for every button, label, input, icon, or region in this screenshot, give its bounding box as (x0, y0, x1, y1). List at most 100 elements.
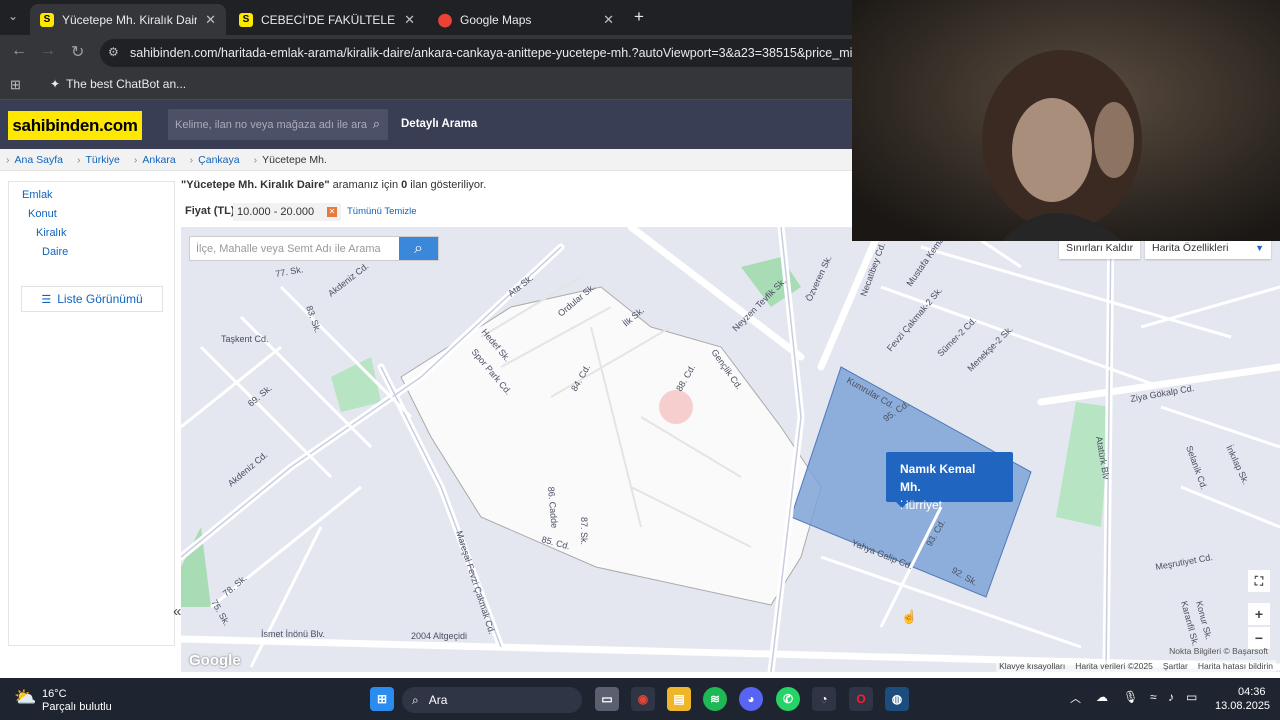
search-placeholder: Kelime, ilan no veya mağaza adı ile ara (175, 118, 367, 131)
file-explorer-icon[interactable]: ▤ (667, 687, 691, 711)
category-panel: Emlak Konut Kiralık Daire ☰ Liste Görünü… (8, 181, 175, 646)
map-location-search[interactable]: İlçe, Mahalle veya Semt Adı ile Arama ⌕ (189, 236, 439, 261)
result-query: "Yücetepe Mh. Kiralık Daire" (181, 179, 330, 191)
discord-icon[interactable]: ◕ (739, 687, 763, 711)
fullscreen-button[interactable]: ⛶ (1248, 570, 1270, 592)
tooltip-title: Namık Kemal Mh. (900, 462, 976, 494)
price-filter-value: 10.000 - 20.000 (237, 206, 315, 218)
keyboard-shortcuts-link[interactable]: Klavye kısayolları (999, 661, 1065, 671)
category-konut[interactable]: Konut (28, 208, 57, 220)
bookmark-label: The best ChatBot an... (66, 77, 187, 91)
start-button[interactable]: ⊞ (370, 687, 394, 711)
collapse-panel-icon[interactable]: « (173, 603, 181, 620)
microphone-icon[interactable]: 🎙 (1123, 690, 1138, 704)
chrome-icon[interactable]: ◉ (631, 687, 655, 711)
maps-pin-icon: ⬤ (437, 11, 453, 27)
breadcrumb-turkiye[interactable]: Türkiye (77, 154, 119, 166)
terms-link[interactable]: Şartlar (1163, 661, 1188, 671)
report-error-link[interactable]: Harita hatası bildirin (1198, 661, 1273, 671)
close-tab-icon[interactable]: ✕ (205, 12, 216, 28)
webcam-person-image (852, 0, 1280, 241)
breadcrumb-cankaya[interactable]: Çankaya (190, 154, 239, 166)
tab-yucetepe[interactable]: S Yücetepe Mh. Kiralık Daire Fiyatları ✕ (30, 4, 226, 35)
speed-app-icon[interactable]: ◔ (812, 687, 836, 711)
close-tab-icon[interactable]: ✕ (603, 12, 614, 28)
map-features-label: Harita Özellikleri (1152, 242, 1229, 254)
chatgpt-icon: ✦ (50, 77, 61, 91)
site-info-icon[interactable]: ⚙ (108, 45, 119, 59)
site-search-input[interactable]: Kelime, ilan no veya mağaza adı ile ara … (168, 109, 388, 140)
url-text: sahibinden.com/haritada-emlak-arama/kira… (130, 46, 895, 60)
street-label: Taşkent Cd. (221, 334, 269, 344)
map-view[interactable]: Akdeniz Cd. Ata Sk. Ordular Sk. İlk Sk. Hede… (181, 227, 1280, 672)
webcam-overlay (852, 0, 1280, 241)
breadcrumb-home[interactable]: Ana Sayfa (6, 154, 63, 166)
detailed-search-link[interactable]: Detaylı Arama (401, 118, 477, 130)
taskbar-search[interactable]: ⌕ Ara (402, 687, 582, 713)
spotify-icon[interactable]: ≋ (703, 687, 727, 711)
result-summary: "Yücetepe Mh. Kiralık Daire" aramanız iç… (181, 179, 486, 191)
list-icon: ☰ (41, 293, 52, 306)
close-tab-icon[interactable]: ✕ (404, 12, 415, 28)
result-text-tail: ilan gösteriliyor. (407, 179, 487, 191)
clock-time[interactable]: 04:36 (1238, 686, 1266, 698)
list-view-label: Liste Görünümü (57, 292, 143, 306)
weather-temperature: 16°C (42, 688, 67, 700)
whatsapp-icon[interactable]: ✆ (776, 687, 800, 711)
steam-icon[interactable]: ◍ (885, 687, 909, 711)
neighbourhood-tooltip: Namık Kemal Mh. Hürriyet (886, 452, 1013, 512)
list-view-button[interactable]: ☰ Liste Görünümü (21, 286, 163, 312)
mouse-cursor-icon: ☝ (901, 609, 918, 624)
apps-grid-icon[interactable]: ⊞ (10, 77, 21, 93)
category-daire[interactable]: Daire (42, 246, 68, 258)
result-text: aramanız için (329, 179, 402, 191)
onedrive-icon[interactable]: ☁ (1096, 690, 1108, 704)
sahibinden-logo[interactable]: sahibinden.com (8, 111, 142, 140)
category-emlak[interactable]: Emlak (22, 189, 53, 201)
tab-search-icon[interactable]: ⌄ (8, 9, 18, 23)
bookmark-chatbot[interactable]: ✦ The best ChatBot an... (50, 77, 186, 91)
tray-chevron-icon[interactable]: ︿ (1070, 690, 1081, 706)
tab-title: Google Maps (460, 12, 532, 27)
map-search-button[interactable]: ⌕ (399, 237, 438, 260)
map-canvas: Akdeniz Cd. Ata Sk. Ordular Sk. İlk Sk.Hede… (181, 227, 1280, 672)
street-label: 2004 Altgeçidi (411, 631, 467, 641)
task-view-icon[interactable]: ▭ (595, 687, 619, 711)
tooltip-subtitle: Hürriyet (900, 498, 943, 512)
new-tab-button[interactable]: + (634, 7, 644, 27)
reload-icon[interactable]: ↻ (71, 42, 84, 62)
back-icon[interactable]: ← (11, 42, 27, 60)
map-attribution: Klavye kısayolları Harita verileri ©2025… (996, 660, 1276, 672)
sahibinden-favicon-icon: S (239, 12, 253, 27)
tab-cebeci[interactable]: S CEBECİ'DE FAKÜLTELER MAHALLESİ ✕ (229, 4, 425, 35)
search-icon[interactable]: ⌕ (373, 116, 380, 132)
remove-filter-icon[interactable]: ✕ (327, 207, 337, 217)
breadcrumb-yucetepe: Yücetepe Mh. (254, 154, 327, 166)
chevron-down-icon: ▼ (1255, 243, 1264, 253)
price-filter-chip: 10.000 - 20.000 ✕ (233, 203, 341, 221)
map-data-label: Harita verileri ©2025 (1075, 661, 1153, 671)
clear-all-link[interactable]: Tümünü Temizle (347, 206, 417, 217)
breadcrumb-ankara[interactable]: Ankara (134, 154, 175, 166)
map-search-placeholder: İlçe, Mahalle veya Semt Adı ile Arama (196, 242, 381, 255)
tab-title: Yücetepe Mh. Kiralık Daire Fiyatları (62, 12, 198, 27)
weather-icon[interactable]: ⛅ (14, 687, 36, 708)
google-logo: Google (189, 652, 241, 669)
tab-google-maps[interactable]: ⬤ Google Maps ✕ (428, 4, 624, 35)
search-icon: ⌕ (414, 239, 423, 257)
windows-taskbar: ⛅ 16°C Parçalı bulutlu ⊞ ⌕ Ara ▭ ◉ ▤ ≋ ◕… (0, 678, 1280, 720)
battery-icon[interactable]: ▭ (1186, 690, 1197, 704)
wifi-icon[interactable]: ≈ (1150, 690, 1157, 704)
price-filter-label: Fiyat (TL) (185, 205, 235, 217)
zoom-in-button[interactable]: + (1248, 603, 1270, 625)
weather-description: Parçalı bulutlu (42, 701, 112, 713)
search-icon: ⌕ (412, 692, 419, 707)
category-kiralik[interactable]: Kiralık (36, 227, 67, 239)
street-label: 87. Sk. (579, 517, 589, 545)
forward-icon[interactable]: → (40, 42, 56, 60)
clock-date[interactable]: 13.08.2025 (1215, 700, 1270, 712)
opera-icon[interactable]: O (849, 687, 873, 711)
sahibinden-favicon-icon: S (40, 12, 54, 27)
volume-icon[interactable]: ♪ (1168, 690, 1174, 704)
street-label: İsmet İnönü Blv. (261, 629, 325, 639)
